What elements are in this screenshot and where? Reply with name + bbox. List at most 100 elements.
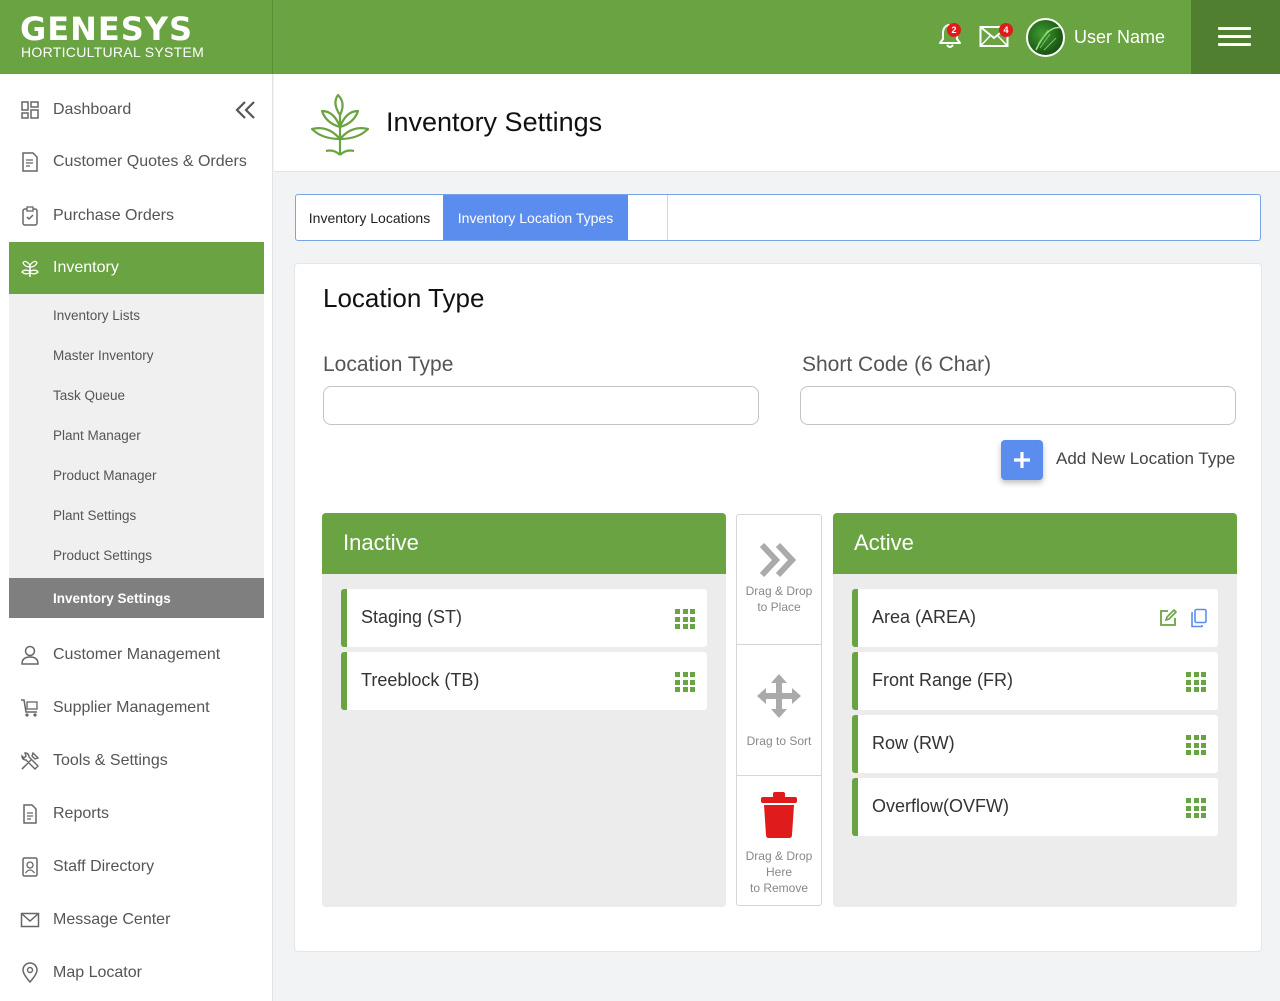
- sidebar-item-label: Tools & Settings: [53, 752, 168, 769]
- submenu-item-product-settings[interactable]: Product Settings: [9, 535, 264, 575]
- submenu-item-task-queue[interactable]: Task Queue: [9, 375, 264, 415]
- place-caption-2: to Place: [757, 600, 801, 614]
- sidebar-item-customer-quotes[interactable]: Customer Quotes & Orders: [9, 136, 264, 188]
- avatar[interactable]: [1026, 18, 1065, 57]
- inactive-header: Inactive: [322, 513, 726, 574]
- list-item[interactable]: Staging (ST): [341, 589, 707, 647]
- inventory-submenu: Inventory Lists Master Inventory Task Qu…: [9, 294, 264, 618]
- sidebar-item-supplier-management[interactable]: Supplier Management: [9, 682, 264, 734]
- drag-handle-icon[interactable]: [1186, 735, 1206, 755]
- list-item[interactable]: Row (RW): [852, 715, 1218, 773]
- submenu-item-master-inventory[interactable]: Master Inventory: [9, 335, 264, 375]
- tools-icon: [19, 750, 41, 772]
- active-header: Active: [833, 513, 1237, 574]
- active-title: Active: [854, 530, 914, 555]
- sidebar-item-dashboard[interactable]: Dashboard: [9, 84, 264, 136]
- location-type-input[interactable]: [323, 386, 759, 425]
- sidebar-item-label: Message Center: [53, 911, 171, 928]
- brand-name: GENESYS: [20, 10, 194, 48]
- submenu-item-label: Inventory Settings: [53, 590, 171, 606]
- sidebar-item-label: Reports: [53, 805, 110, 822]
- location-type-card: Location Type Location Type Short Code (…: [294, 263, 1262, 952]
- drag-handle-icon[interactable]: [1186, 672, 1206, 692]
- sidebar-item-label: Inventory: [53, 259, 119, 276]
- list-item-label: Staging (ST): [361, 607, 463, 627]
- sidebar-item-inventory[interactable]: Inventory: [9, 242, 264, 294]
- inactive-title: Inactive: [343, 530, 419, 555]
- sidebar-item-label: Purchase Orders: [53, 207, 174, 224]
- list-item[interactable]: Treeblock (TB): [341, 652, 707, 710]
- leaf-avatar-icon: [1035, 26, 1063, 51]
- user-name[interactable]: User Name: [1074, 27, 1165, 48]
- sidebar-item-staff-directory[interactable]: Staff Directory: [9, 841, 264, 893]
- sidebar-item-label: Map Locator: [53, 964, 142, 981]
- tab-inventory-locations[interactable]: Inventory Locations: [296, 195, 443, 240]
- drag-to-place-zone[interactable]: Drag & Drop to Place: [737, 515, 821, 645]
- sidebar-item-label: Customer Quotes & Orders: [53, 153, 247, 170]
- map-pin-icon: [19, 962, 41, 984]
- notifications-button[interactable]: 2: [937, 22, 963, 55]
- edit-icon[interactable]: [1158, 608, 1178, 628]
- drag-handle-icon[interactable]: [675, 609, 695, 629]
- cart-icon: [19, 697, 41, 719]
- sort-caption: Drag to Sort: [746, 734, 812, 748]
- list-item-label: Row (RW): [872, 733, 955, 753]
- submenu-item-inventory-settings[interactable]: Inventory Settings: [9, 578, 264, 618]
- short-code-label: Short Code (6 Char): [802, 353, 992, 376]
- inactive-column: Inactive Staging (ST) Treeblock (TB): [322, 513, 726, 907]
- submenu-item-inventory-lists[interactable]: Inventory Lists: [9, 295, 264, 335]
- remove-caption-2: Here: [765, 865, 792, 879]
- list-item-label: Overflow(OVFW): [872, 796, 1009, 816]
- submenu-item-label: Master Inventory: [53, 347, 154, 363]
- list-item-label: Area (AREA): [872, 607, 977, 627]
- card-title: Location Type: [323, 283, 485, 313]
- list-item[interactable]: Area (AREA): [852, 589, 1218, 647]
- menu-line: [1218, 35, 1251, 38]
- drag-to-remove-zone[interactable]: Drag & Drop Here to Remove: [737, 777, 821, 905]
- tab-inventory-location-types[interactable]: Inventory Location Types: [443, 195, 628, 240]
- list-item[interactable]: Front Range (FR): [852, 652, 1218, 710]
- active-column: Active Area (AREA) Front Range (FR) Row …: [833, 513, 1237, 907]
- list-item-label: Front Range (FR): [872, 670, 1014, 690]
- brand-logo[interactable]: GENESYS HORTICULTURAL SYSTEM: [0, 0, 273, 74]
- submenu-item-plant-manager[interactable]: Plant Manager: [9, 415, 264, 455]
- tree-logo-icon: [310, 93, 370, 156]
- add-location-type-button[interactable]: [1001, 440, 1043, 480]
- document-icon: [19, 151, 41, 173]
- drag-handle-icon[interactable]: [1186, 798, 1206, 818]
- submenu-item-label: Plant Settings: [53, 507, 137, 523]
- page-title: Inventory Settings: [386, 107, 603, 137]
- submenu-item-plant-settings[interactable]: Plant Settings: [9, 495, 264, 535]
- mail-icon: [19, 909, 41, 931]
- move-arrows-icon: [757, 674, 801, 718]
- drag-handle-icon[interactable]: [675, 672, 695, 692]
- sidebar-item-label: Dashboard: [53, 101, 132, 118]
- sidebar-item-message-center[interactable]: Message Center: [9, 894, 264, 946]
- remove-caption-3: to Remove: [749, 881, 809, 895]
- brand-subtitle: HORTICULTURAL SYSTEM: [21, 44, 205, 60]
- user-icon: [19, 644, 41, 666]
- hamburger-menu-button[interactable]: [1191, 0, 1280, 74]
- dashboard-icon: [19, 99, 41, 121]
- submenu-item-label: Inventory Lists: [53, 307, 141, 323]
- place-caption-1: Drag & Drop: [745, 584, 813, 598]
- tab-empty[interactable]: [628, 195, 668, 240]
- clipboard-check-icon: [19, 205, 41, 227]
- sidebar-item-map-locator[interactable]: Map Locator: [9, 947, 264, 999]
- submenu-item-product-manager[interactable]: Product Manager: [9, 455, 264, 495]
- list-item[interactable]: Overflow(OVFW): [852, 778, 1218, 836]
- sidebar-item-reports[interactable]: Reports: [9, 788, 264, 840]
- messages-button[interactable]: 4: [979, 23, 1013, 53]
- sidebar-item-customer-management[interactable]: Customer Management: [9, 629, 264, 681]
- short-code-input[interactable]: [800, 386, 1236, 425]
- sidebar-item-purchase-orders[interactable]: Purchase Orders: [9, 190, 264, 242]
- sidebar-item-tools-settings[interactable]: Tools & Settings: [9, 735, 264, 787]
- messages-badge: 4: [999, 23, 1013, 37]
- add-location-type-label[interactable]: Add New Location Type: [1056, 449, 1235, 469]
- copy-icon[interactable]: [1190, 608, 1208, 628]
- drag-to-sort-zone[interactable]: Drag to Sort: [737, 646, 821, 776]
- list-item-label: Treeblock (TB): [361, 670, 480, 690]
- report-icon: [19, 803, 41, 825]
- plant-icon: [19, 257, 41, 279]
- submenu-item-label: Product Settings: [53, 547, 153, 563]
